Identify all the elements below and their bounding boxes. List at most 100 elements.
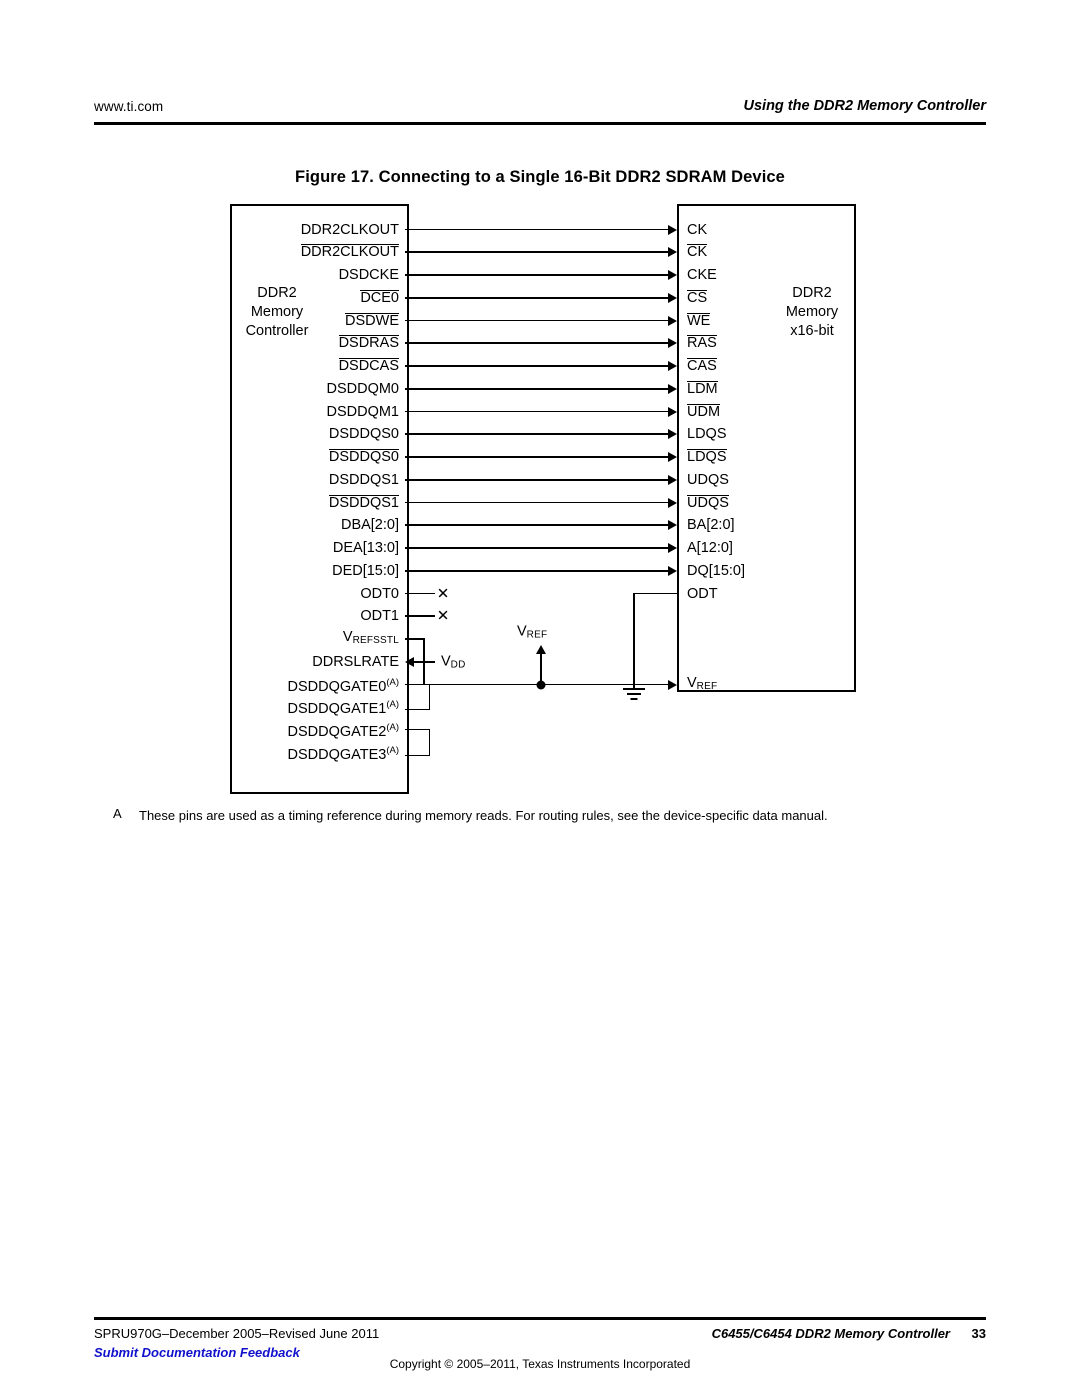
arrow-icon-6 bbox=[668, 361, 677, 371]
pin-left-label-dqgate1: DSDDQGATE1 bbox=[287, 701, 387, 717]
wire-15 bbox=[405, 569, 669, 572]
footnote-ref-dqgate3: (A) bbox=[386, 744, 399, 756]
pin-right-label-3: CS bbox=[687, 289, 708, 306]
wire-vref-tap bbox=[540, 653, 542, 685]
vrefsstl-letter: V bbox=[342, 628, 353, 645]
right-vref-subscript: REF bbox=[696, 680, 718, 692]
ground-symbol-bar-1 bbox=[627, 693, 641, 695]
pin-left-dsddqs1: DSDDQS1 bbox=[240, 472, 399, 488]
pin-right-a-12-0-: A[12:0] bbox=[687, 541, 733, 556]
right-block-line-0: DDR2 bbox=[792, 285, 832, 301]
footnote-ref-dqgate0: (A) bbox=[386, 676, 399, 688]
left-block-line-0: DDR2 bbox=[257, 285, 297, 301]
pin-right-udqs: UDQS bbox=[687, 472, 729, 488]
pin-right-cas: CAS bbox=[687, 358, 717, 374]
ddr2-memory-device-block bbox=[677, 204, 856, 692]
right-vref-letter: V bbox=[687, 674, 697, 691]
pin-right-label-2: CKE bbox=[687, 266, 717, 283]
wire-10 bbox=[405, 456, 669, 458]
footer-page-number: 33 bbox=[971, 1326, 986, 1341]
arrow-icon-0 bbox=[668, 224, 677, 235]
arrow-left-icon-vdd bbox=[405, 656, 414, 667]
pin-left-label-9: DSDDQS0 bbox=[328, 426, 399, 442]
pin-left-dea-13-0-: DEA[13:0] bbox=[240, 541, 399, 556]
pin-left-label-13: DBA[2:0] bbox=[340, 517, 399, 533]
arrow-icon-4 bbox=[668, 315, 677, 326]
pin-right-udm: UDM bbox=[687, 403, 721, 420]
vdd-label: VDD bbox=[441, 653, 466, 670]
pin-left-ddr2clkout: DDR2CLKOUT bbox=[240, 244, 399, 260]
wire-13 bbox=[405, 524, 669, 527]
wire-vrefsstl-stub bbox=[405, 638, 425, 640]
right-block-label: DDR2 Memory x16-bit bbox=[762, 284, 862, 341]
vref-node-subscript: REF bbox=[526, 629, 548, 640]
footnote-ref-dqgate2: (A) bbox=[386, 721, 399, 733]
pin-right-udqs: UDQS bbox=[687, 494, 729, 511]
wire-2 bbox=[405, 274, 669, 276]
pin-right-label-10: LDQS bbox=[687, 449, 727, 465]
vrefsstl-subscript: REFSSTL bbox=[352, 634, 399, 646]
pin-left-label-14: DEA[13:0] bbox=[332, 539, 399, 556]
pin-right-ba-2-0-: BA[2:0] bbox=[687, 518, 735, 533]
pin-left-dsddqgate1: DSDDQGATE1(A) bbox=[190, 698, 399, 717]
pin-right-label-7: LDM bbox=[687, 380, 718, 397]
pin-right-cs: CS bbox=[687, 289, 708, 306]
arrow-icon-3 bbox=[668, 292, 677, 303]
pin-right-ck: CK bbox=[687, 222, 707, 237]
footer-copyright: Copyright © 2005–2011, Texas Instruments… bbox=[389, 1357, 691, 1371]
wire-8 bbox=[405, 410, 669, 413]
wire-odt0 bbox=[405, 592, 435, 595]
wire-vdd bbox=[414, 660, 435, 663]
header-url: www.ti.com bbox=[94, 99, 164, 114]
pin-left-label-dqgate0: DSDDQGATE0 bbox=[287, 678, 387, 695]
arrow-icon-5 bbox=[668, 338, 677, 349]
pin-left-ded-15-0-: DED[15:0] bbox=[240, 562, 399, 579]
pin-left-label-3: DCE0 bbox=[360, 289, 399, 306]
footer-doc-id: SPRU970G–December 2005–Revised June 2011 bbox=[94, 1326, 380, 1341]
pin-right-label-0: CK bbox=[687, 221, 708, 238]
pin-left-dsddqgate0: DSDDQGATE0(A) bbox=[190, 675, 399, 694]
wire-12 bbox=[405, 501, 669, 504]
pin-left-dsdwe: DSDWE bbox=[240, 312, 399, 329]
pin-left-label-dqgate2: DSDDQGATE2 bbox=[287, 723, 387, 740]
pin-left-label-8: DSDDQM1 bbox=[326, 403, 399, 420]
arrow-icon-7 bbox=[668, 383, 677, 394]
footnote-text: These pins are used as a timing referenc… bbox=[139, 808, 828, 823]
pin-left-label-odt0: ODT0 bbox=[360, 585, 399, 602]
pin-left-dsddqs0: DSDDQS0 bbox=[240, 449, 399, 465]
footnote-ref-dqgate1: (A) bbox=[386, 699, 399, 710]
wire-vref-rail bbox=[423, 683, 669, 686]
pin-left-dsddqm0: DSDDQM0 bbox=[240, 380, 399, 397]
pin-left-label-7: DSDDQM0 bbox=[326, 380, 399, 397]
pin-right-we: WE bbox=[687, 312, 711, 329]
pin-left-vrefsstl: VREFSSTL bbox=[240, 630, 399, 649]
wire-9 bbox=[405, 433, 669, 436]
vdd-subscript: DD bbox=[450, 659, 466, 671]
wire-odt1 bbox=[405, 615, 435, 618]
pin-right-label-6: CAS bbox=[687, 358, 717, 374]
wire-7 bbox=[405, 387, 669, 390]
wire-14 bbox=[405, 547, 669, 549]
pin-left-label-15: DED[15:0] bbox=[332, 562, 399, 579]
arrow-icon-14 bbox=[668, 543, 677, 553]
wire-odt-pulldown-v bbox=[633, 592, 635, 689]
left-block-line-1: Memory bbox=[250, 304, 304, 320]
pin-left-label-dqgate3: DSDDQGATE3 bbox=[287, 746, 387, 763]
pin-left-label-0: DDR2CLKOUT bbox=[300, 221, 399, 238]
arrow-icon-vref bbox=[668, 679, 677, 690]
pin-right-label-12: UDQS bbox=[687, 494, 729, 511]
pin-right-vref: VREF bbox=[687, 675, 717, 694]
pin-left-dsddqm1: DSDDQM1 bbox=[240, 404, 399, 419]
footnote-mark: A bbox=[113, 806, 122, 821]
no-connect-icon-odt1: ✕ bbox=[436, 607, 450, 625]
pin-right-ras: RAS bbox=[687, 335, 717, 351]
pin-left-label-ddrslrate: DDRSLRATE bbox=[312, 653, 399, 670]
pin-right-label-4: WE bbox=[687, 312, 711, 329]
left-block-label: DDR2 Memory Controller bbox=[232, 284, 322, 341]
pin-right-cke: CKE bbox=[687, 268, 717, 283]
right-block-line-1: Memory bbox=[785, 304, 839, 320]
header-rule bbox=[94, 122, 986, 125]
pin-left-ddrslrate: DDRSLRATE bbox=[240, 653, 399, 670]
pin-right-label-14: A[12:0] bbox=[687, 539, 733, 556]
pin-left-ddr2clkout: DDR2CLKOUT bbox=[240, 222, 399, 237]
